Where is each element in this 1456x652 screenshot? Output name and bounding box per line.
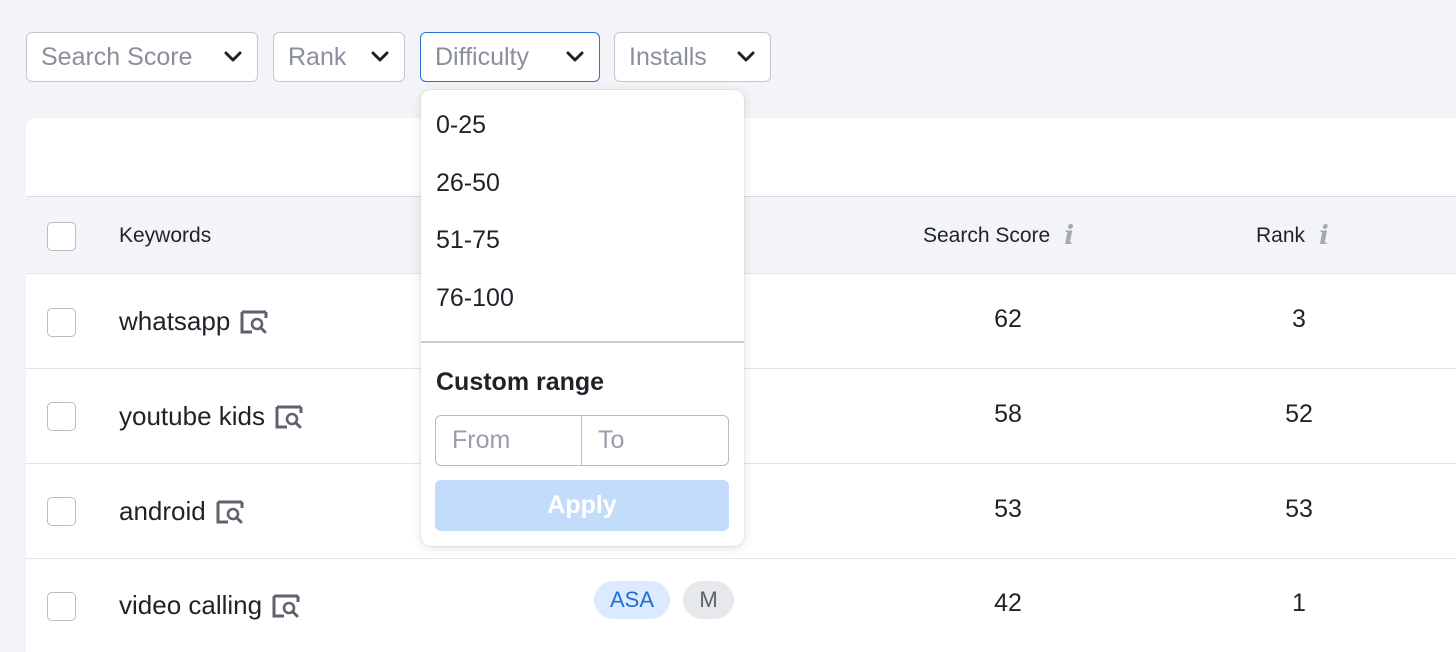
filter-installs[interactable]: Installs (614, 32, 771, 82)
m-tag[interactable]: M (683, 581, 734, 619)
range-to-input[interactable] (582, 416, 728, 465)
difficulty-option[interactable]: 0-25 (436, 111, 486, 140)
column-header-keywords[interactable]: Keywords (119, 197, 211, 275)
filter-label: Difficulty (435, 42, 530, 71)
difficulty-option[interactable]: 76-100 (436, 284, 514, 313)
keyword-text[interactable]: video calling (119, 590, 262, 621)
search-score-value: 62 (994, 304, 1022, 333)
column-header-rank[interactable]: Rank i (1256, 197, 1329, 275)
column-header-search-score[interactable]: Search Score i (923, 197, 1074, 275)
info-icon[interactable]: i (1319, 221, 1329, 251)
keyword-cell: youtube kids (119, 369, 303, 464)
dropdown-divider (421, 341, 744, 343)
chevron-down-icon (370, 50, 390, 64)
chevron-down-icon (736, 50, 756, 64)
apply-button[interactable]: Apply (435, 480, 729, 531)
keyword-text[interactable]: youtube kids (119, 401, 265, 432)
table-row: video calling ASA M 42 1 (26, 558, 1456, 652)
filter-label: Installs (629, 42, 707, 71)
filter-search-score[interactable]: Search Score (26, 32, 258, 82)
difficulty-dropdown: 0-25 26-50 51-75 76-100 Custom range App… (421, 90, 744, 546)
column-label: Rank (1256, 224, 1306, 247)
rank-value: 52 (1285, 399, 1313, 428)
filter-rank[interactable]: Rank (273, 32, 405, 82)
keyword-text[interactable]: whatsapp (119, 306, 230, 337)
difficulty-option[interactable]: 51-75 (436, 226, 500, 255)
column-label: Keywords (119, 224, 212, 247)
asa-tag[interactable]: ASA (594, 581, 670, 619)
filter-label: Rank (288, 42, 347, 71)
keyword-search-icon[interactable] (216, 499, 244, 525)
keyword-cell: video calling (119, 558, 300, 652)
keyword-cell: android (119, 464, 244, 559)
chevron-down-icon (223, 50, 243, 64)
row-checkbox[interactable] (47, 497, 76, 526)
rank-value: 1 (1292, 588, 1306, 617)
chevron-down-icon (565, 50, 585, 64)
keyword-search-icon[interactable] (272, 593, 300, 619)
keyword-cell: whatsapp (119, 274, 268, 369)
search-score-value: 58 (994, 399, 1022, 428)
select-all-checkbox[interactable] (47, 222, 76, 251)
row-checkbox[interactable] (47, 592, 76, 621)
range-from-input[interactable] (436, 416, 582, 465)
search-score-value: 42 (994, 588, 1022, 617)
keyword-text[interactable]: android (119, 496, 206, 527)
keyword-search-icon[interactable] (240, 309, 268, 335)
keyword-search-icon[interactable] (275, 404, 303, 430)
row-checkbox[interactable] (47, 402, 76, 431)
rank-value: 53 (1285, 494, 1313, 523)
info-icon[interactable]: i (1064, 221, 1074, 251)
column-label: Search Score (923, 224, 1051, 247)
filter-difficulty[interactable]: Difficulty (420, 32, 600, 82)
custom-range-inputs (435, 415, 729, 466)
rank-value: 3 (1292, 304, 1306, 333)
search-score-value: 53 (994, 494, 1022, 523)
row-checkbox[interactable] (47, 308, 76, 337)
difficulty-option[interactable]: 26-50 (436, 169, 500, 198)
custom-range-title: Custom range (436, 368, 605, 396)
filter-label: Search Score (41, 42, 193, 71)
